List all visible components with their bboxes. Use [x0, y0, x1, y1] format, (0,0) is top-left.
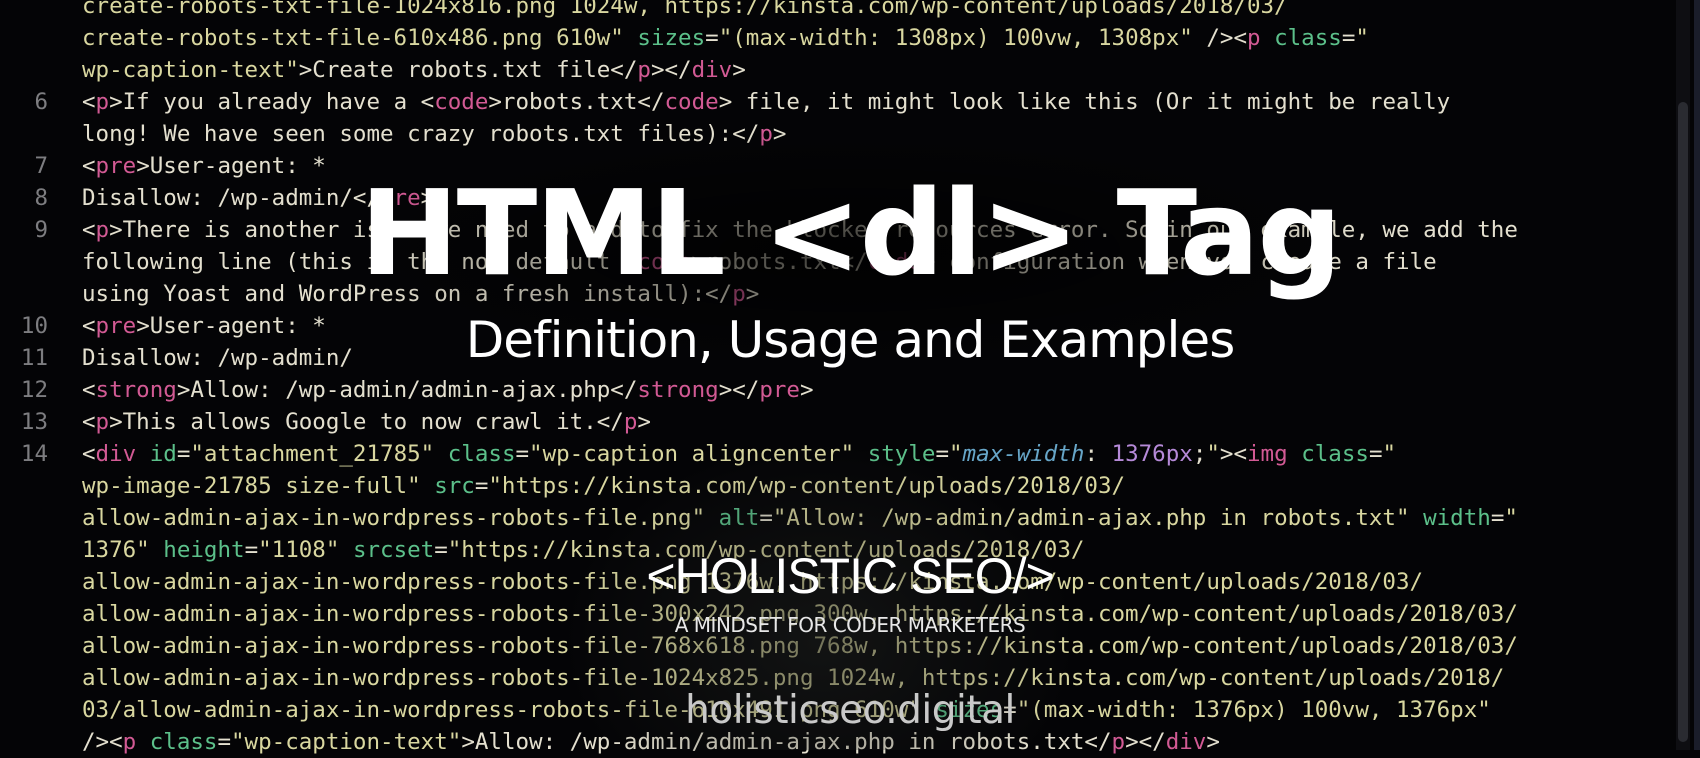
code-token: = [1341, 25, 1356, 51]
code-token: = [176, 441, 191, 467]
code-token: >Create robots.txt file</ [298, 57, 638, 83]
code-line: 6 <p>If you already have a <code>robots.t… [0, 86, 1660, 118]
code-token: : [1084, 441, 1112, 467]
line-number: 14 [20, 441, 48, 467]
code-token: />< [1206, 25, 1247, 51]
code-line: create-robots-txt-file-610x486.png 610w"… [0, 22, 1660, 54]
code-token: p [1247, 25, 1261, 51]
code-text: <p>If you already have a <code>robots.tx… [82, 86, 1450, 118]
code-line: 14 <div id="attachment_21785" class="wp-c… [0, 438, 1660, 470]
code-line: long! We have seen some crazy robots.txt… [0, 118, 1660, 150]
code-token: "(max-width: 1308px) 100vw, 1308px" [718, 25, 1207, 51]
code-token: max-width [962, 441, 1085, 467]
code-token: > [772, 121, 787, 147]
code-token: div [691, 57, 733, 83]
code-token: < [82, 409, 96, 435]
code-token: "attachment_21785" [190, 441, 448, 467]
code-token: " [1382, 441, 1397, 467]
code-token: >< [1219, 441, 1248, 467]
code-token: style [867, 441, 936, 467]
code-token: create-robots-txt-file-610x486.png 610w" [82, 25, 638, 51]
code-text: create-robots-txt-file-1024x816.png 1024… [82, 0, 1288, 22]
code-token: > file, it might look like this (Or it m… [718, 89, 1451, 115]
code-token: p [759, 121, 773, 147]
code-token: src [434, 473, 475, 499]
code-token: > [799, 377, 814, 403]
code-token: " [948, 441, 963, 467]
code-token: strong [637, 377, 719, 403]
code-token: " [1504, 505, 1518, 531]
code-token: p [637, 57, 651, 83]
code-token: = [759, 505, 773, 531]
code-token: >If you already have a < [109, 89, 435, 115]
code-text: wp-image-21785 size-full" src="https://k… [82, 470, 1125, 502]
code-token: = [1368, 441, 1383, 467]
code-token: "https://kinsta.com/wp-content/uploads/2… [488, 473, 1126, 499]
code-token: 1376px [1111, 441, 1193, 467]
code-token: >Allow: /wp-admin/admin-ajax.php</ [176, 377, 638, 403]
code-token: div [95, 441, 137, 467]
banner-subtitle: Definition, Usage and Examples [465, 311, 1236, 369]
brand-tagline: A MINDSET FOR CODER MARKETERS [674, 613, 1026, 637]
code-token: = [705, 25, 719, 51]
code-token: class [1260, 25, 1342, 51]
code-line: wp-image-21785 size-full" src="https://k… [0, 470, 1660, 502]
line-number: 6 [34, 89, 48, 115]
code-token: = [1490, 505, 1505, 531]
line-number: 13 [20, 409, 48, 435]
code-token: code [434, 89, 489, 115]
code-token: width [1423, 505, 1491, 531]
code-line: wp-caption-text">Create robots.txt file<… [0, 54, 1660, 86]
code-token: create-robots-txt-file-1024x816.png 1024… [82, 0, 1288, 19]
code-token: id [136, 441, 177, 467]
code-token: " [1206, 441, 1220, 467]
code-text: <strong>Allow: /wp-admin/admin-ajax.php<… [82, 374, 814, 406]
brand-domain: holisticseo.digital [685, 688, 1015, 733]
code-token: = [515, 441, 530, 467]
code-token: = [474, 473, 489, 499]
code-token: "wp-caption aligncenter" [529, 441, 868, 467]
code-token: < [82, 89, 96, 115]
code-text: allow-admin-ajax-in-wordpress-robots-fil… [82, 502, 1518, 534]
code-token: >This allows Google to now crawl it.</ [109, 409, 624, 435]
code-text: create-robots-txt-file-610x486.png 610w"… [82, 22, 1369, 54]
code-token: strong [95, 377, 177, 403]
code-token: p [95, 409, 110, 435]
code-line: 12 <strong>Allow: /wp-admin/admin-ajax.ph… [0, 374, 1660, 406]
code-token: "Allow: /wp-admin/admin-ajax.php in robo… [772, 505, 1424, 531]
code-token: sizes [637, 25, 706, 51]
brand-logo-text: <HOLISTIC SEO/> [646, 548, 1054, 604]
code-line: create-robots-txt-file-1024x816.png 1024… [0, 0, 1660, 22]
code-text: long! We have seen some crazy robots.txt… [82, 118, 786, 150]
code-token: img [1247, 441, 1288, 467]
code-token: " [1355, 25, 1369, 51]
code-token: > [637, 409, 651, 435]
code-line: 13 <p>This allows Google to now crawl it.… [0, 406, 1660, 438]
code-token: class [447, 441, 516, 467]
code-token: code [664, 89, 719, 115]
code-token: < [82, 441, 96, 467]
code-token: >robots.txt</ [488, 89, 665, 115]
code-token: allow-admin-ajax-in-wordpress-robots-fil… [82, 505, 719, 531]
banner-title: HTML <dl> Tag [359, 164, 1342, 302]
code-token: p [623, 409, 638, 435]
code-token: pre [759, 377, 800, 403]
code-token: ></ [650, 57, 692, 83]
code-token: wp-caption-text" [82, 57, 299, 83]
code-token: ; [1192, 441, 1207, 467]
code-text: <div id="attachment_21785" class="wp-cap… [82, 438, 1396, 470]
code-token: < [82, 377, 96, 403]
code-token: long! We have seen some crazy robots.txt… [82, 121, 760, 147]
code-token: > [732, 57, 746, 83]
code-text: <p>This allows Google to now crawl it.</… [82, 406, 651, 438]
code-token: p [95, 89, 110, 115]
code-line: allow-admin-ajax-in-wordpress-robots-fil… [0, 502, 1660, 534]
code-token: = [935, 441, 949, 467]
code-token: alt [718, 505, 760, 531]
code-token: class [1287, 441, 1369, 467]
code-text: wp-caption-text">Create robots.txt file<… [82, 54, 746, 86]
line-number: 12 [20, 377, 48, 403]
code-token: wp-image-21785 size-full" [82, 473, 435, 499]
code-token: ></ [718, 377, 760, 403]
